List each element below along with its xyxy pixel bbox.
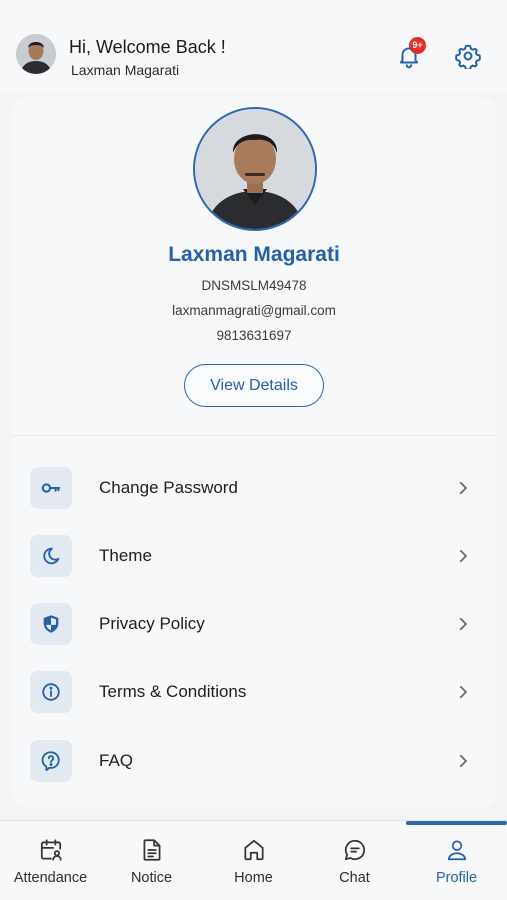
menu-label: Terms & Conditions	[99, 682, 247, 701]
menu-icon-box	[30, 603, 72, 645]
chevron-right-icon	[459, 754, 468, 768]
menu-item-privacy-policy[interactable]: Privacy Policy	[12, 599, 496, 649]
chevron-right-icon	[459, 685, 468, 699]
employee-id: DNSMSLM49478	[201, 278, 307, 293]
nav-label: Chat	[339, 870, 370, 886]
nav-attendance[interactable]: Attendance	[0, 831, 101, 893]
menu-icon-box	[30, 740, 72, 782]
chat-icon	[344, 839, 366, 861]
question-icon	[41, 751, 60, 772]
info-icon	[42, 683, 60, 701]
settings-button[interactable]	[451, 39, 485, 73]
menu-label: Privacy Policy	[99, 614, 205, 633]
profile-email: laxmanmagrati@gmail.com	[172, 303, 336, 318]
chevron-right-icon	[459, 617, 468, 631]
divider	[12, 435, 496, 436]
shield-icon	[43, 615, 59, 633]
profile-name: Laxman Magarati	[168, 243, 340, 266]
app-header: Hi, Welcome Back ! Laxman Magarati 9+	[0, 0, 507, 92]
chevron-right-icon	[459, 549, 468, 563]
menu-item-theme[interactable]: Theme	[12, 531, 496, 581]
view-details-button[interactable]: View Details	[184, 364, 324, 407]
nav-label: Notice	[130, 870, 173, 886]
active-tab-indicator	[406, 821, 507, 825]
profile-card: Laxman Magarati DNSMSLM49478 laxmanmagra…	[12, 97, 496, 808]
gear-icon	[455, 44, 481, 69]
user-photo-icon	[16, 34, 56, 74]
bottom-nav: Attendance Notice Home Chat Profile	[0, 820, 507, 900]
menu-icon-box	[30, 467, 72, 509]
menu-label: FAQ	[99, 751, 134, 770]
header-user-name: Laxman Magarati	[71, 62, 180, 78]
notification-badge: 9+	[409, 37, 426, 54]
nav-label: Profile	[435, 870, 478, 886]
menu-item-terms-conditions[interactable]: Terms & Conditions	[12, 667, 496, 717]
home-icon	[244, 839, 264, 861]
chevron-right-icon	[459, 481, 468, 495]
key-icon	[41, 483, 61, 493]
notifications-button[interactable]: 9+	[392, 37, 426, 73]
nav-home[interactable]: Home	[203, 831, 304, 893]
nav-notice[interactable]: Notice	[101, 831, 202, 893]
nav-label: Attendance	[13, 870, 88, 886]
nav-label: Home	[234, 870, 273, 886]
menu-label: Theme	[99, 546, 152, 565]
user-photo-icon	[195, 109, 315, 229]
menu-label: Change Password	[99, 478, 238, 497]
moon-icon	[43, 547, 60, 565]
menu-icon-box	[30, 535, 72, 577]
nav-profile[interactable]: Profile	[406, 831, 507, 893]
calendar-user-icon	[40, 839, 62, 861]
menu-item-faq[interactable]: FAQ	[12, 736, 496, 786]
user-icon	[448, 840, 466, 861]
menu-icon-box	[30, 671, 72, 713]
profile-phone: 9813631697	[216, 328, 292, 343]
menu-item-change-password[interactable]: Change Password	[12, 463, 496, 513]
document-icon	[143, 839, 161, 861]
greeting-text: Hi, Welcome Back !	[69, 37, 226, 57]
avatar[interactable]	[16, 34, 56, 74]
profile-photo	[193, 107, 317, 231]
nav-chat[interactable]: Chat	[304, 831, 405, 893]
